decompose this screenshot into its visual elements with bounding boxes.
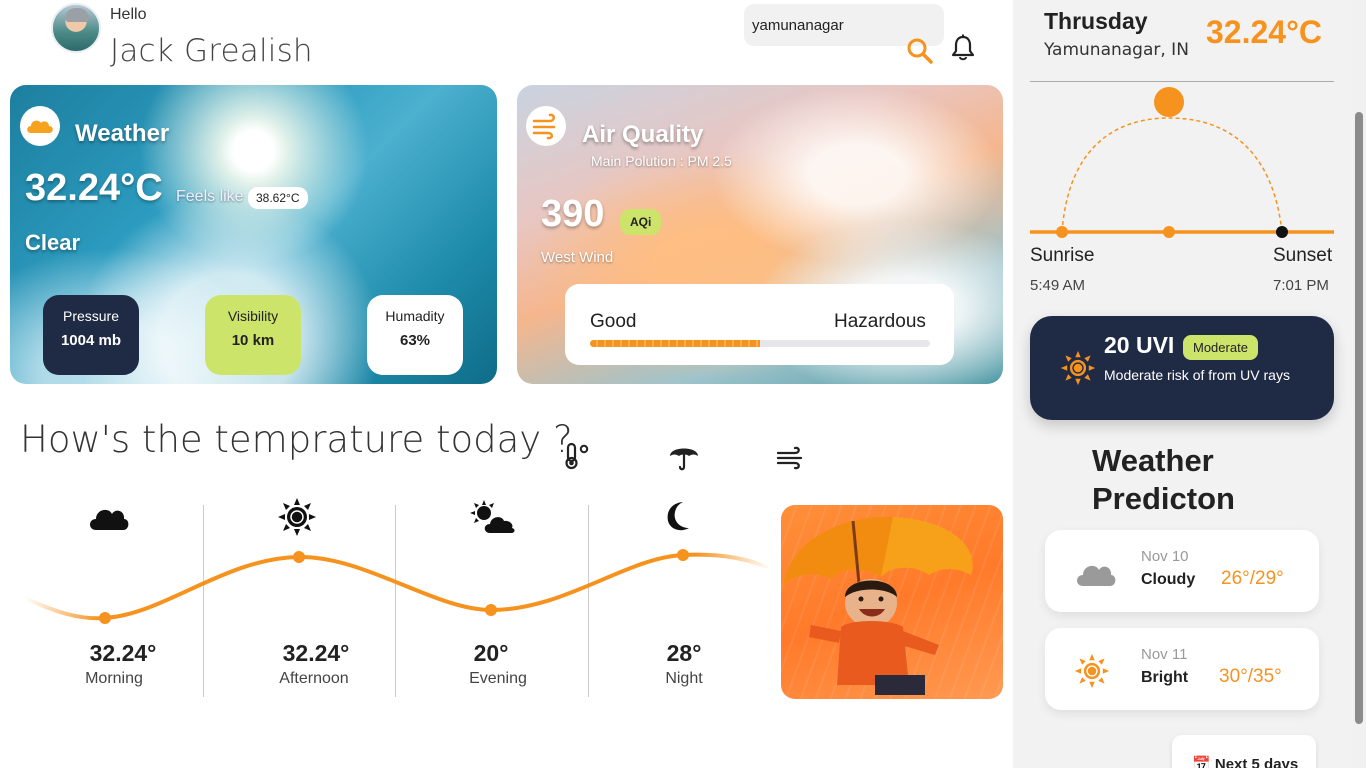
curve-point-night [677,549,689,561]
umbrella-icon[interactable] [668,442,700,472]
next-5-days-label: Next 5 days [1214,756,1299,768]
feels-like-label: Feels like [176,188,244,205]
scale-high-label: Hazardous [834,311,926,332]
scrollbar-thumb[interactable] [1355,112,1363,724]
weather-title: Weather [75,120,170,147]
curve-point-morning [99,612,111,624]
cloud-icon [27,120,53,133]
sunset-time: 7:01 PM [1273,277,1329,294]
aqi-value: 390 [541,193,605,235]
sunrise-label: Sunrise [1030,245,1095,266]
midday-marker [1163,226,1175,238]
location: Yamunanagar, IN [1044,40,1189,60]
cloud-icon [1077,565,1116,586]
condition-text: Clear [25,230,81,255]
wind-direction: West Wind [541,249,614,266]
period-name-afternoon: Afternoon [279,670,349,687]
feels-like-value: 38.62°C [248,187,308,209]
sun-icon [1060,350,1096,386]
wind-icon[interactable] [775,444,807,472]
aqi-progress-fill [590,340,760,347]
sun-path-chart [1030,87,1334,238]
umbrella-kid-image [783,516,973,695]
weather-badge [20,106,60,146]
partly-cloudy-icon [470,500,515,533]
prediction-temps: 26°/29° [1221,568,1284,589]
humidity-stat: Humadity 63% [367,295,463,375]
sunrise-marker [1056,226,1068,238]
prediction-condition: Bright [1141,669,1189,686]
today-title: How's the temprature today ? [20,418,573,461]
avatar[interactable] [51,3,101,53]
divider [1030,81,1334,82]
next-5-days-button[interactable]: 📅 Next 5 days [1172,735,1316,768]
calendar-icon: 📅 [1192,756,1211,768]
aqi-progress-track [590,340,930,347]
main-pollution: Main Polution : PM 2.5 [591,153,732,169]
aqi-badge: AQi [620,209,662,235]
thermometer-icon[interactable] [560,441,592,471]
stat-value: 10 km [231,332,275,349]
pressure-stat: Pressure 1004 mb [43,295,139,375]
prediction-title: Weather Predicton [1092,442,1235,518]
period-name-evening: Evening [469,670,527,687]
sun-marker [1154,87,1184,117]
period-name-night: Night [665,670,703,687]
prediction-temps: 30°/35° [1219,666,1282,687]
sunset-marker [1276,226,1288,238]
stat-label: Humadity [385,308,445,324]
sun-icon [278,498,316,536]
prediction-title-line2: Predicton [1092,481,1235,516]
air-badge [526,106,566,146]
day-name: Thrusday [1044,8,1148,34]
current-temperature: 32.24°C [25,167,163,209]
period-name-morning: Morning [85,670,143,687]
search-icon[interactable] [906,36,934,64]
prediction-title-line1: Weather [1092,443,1214,478]
period-temp-morning: 32.24° [89,640,157,666]
wind-icon [532,113,556,140]
scale-low-label: Good [590,311,637,332]
visibility-stat: Visibility 10 km [205,295,301,375]
stat-label: Visibility [227,308,279,324]
prediction-date: Nov 11 [1141,646,1188,663]
prediction-condition: Cloudy [1141,571,1196,588]
bell-icon[interactable] [950,34,976,62]
user-name: Jack Grealish [110,33,313,69]
uv-description: Moderate risk of from UV rays [1104,367,1290,383]
rain-illustration [781,505,1003,699]
air-quality-title: Air Quality [582,121,704,148]
prediction-card[interactable]: Nov 11 Bright 30°/35° [1045,628,1319,710]
uv-value: 20 UVI [1104,332,1175,358]
stat-label: Pressure [62,308,120,324]
stat-value: 1004 mb [60,332,122,349]
uv-level-badge: Moderate [1183,335,1258,360]
sunset-label: Sunset [1273,245,1333,266]
sun-icon [1074,653,1110,689]
curve-point-evening [485,604,497,616]
stat-value: 63% [399,332,431,349]
greeting-text: Hello [110,6,147,23]
period-temp-evening: 20° [473,640,509,666]
temperature-curve [25,549,770,624]
moon-icon [667,502,689,531]
period-temp-night: 28° [666,640,702,666]
period-temp-afternoon: 32.24° [282,640,350,666]
cloud-icon [90,509,129,530]
sunrise-time: 5:49 AM [1030,277,1086,294]
prediction-card[interactable]: Nov 10 Cloudy 26°/29° [1045,530,1319,612]
prediction-date: Nov 10 [1141,548,1189,565]
panel-temperature: 32.24°C [1206,14,1322,50]
curve-point-afternoon [293,551,305,563]
